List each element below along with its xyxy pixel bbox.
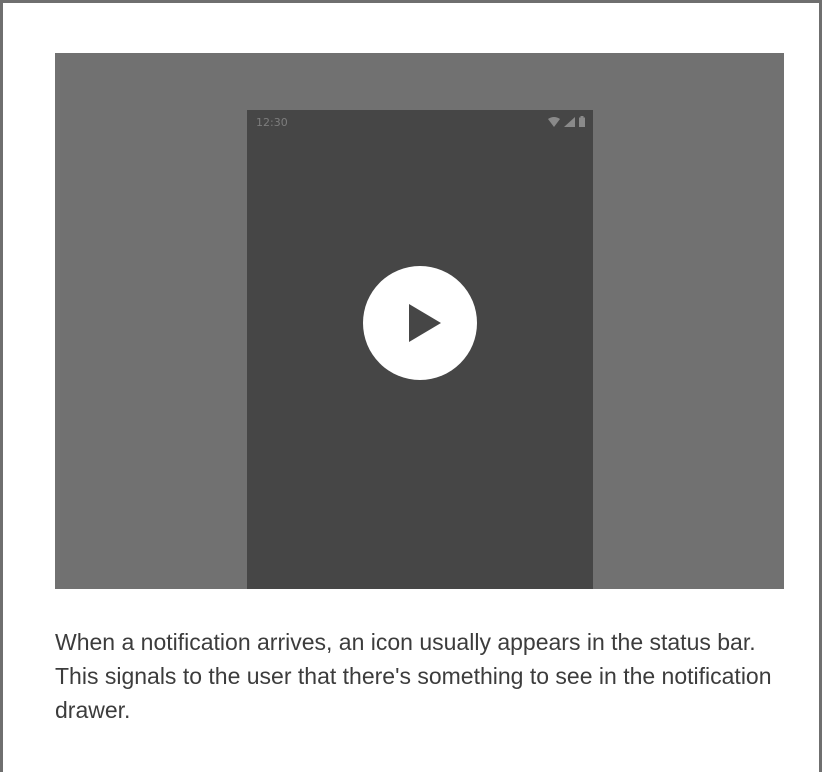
status-bar-icons — [548, 116, 585, 127]
battery-icon — [579, 116, 585, 127]
status-bar: 12:30 — [247, 110, 593, 134]
caption-text: When a notification arrives, an icon usu… — [55, 629, 772, 723]
figure-frame: 12:30 When a notification arrives, an ic… — [0, 0, 822, 772]
play-icon — [409, 304, 441, 342]
status-bar-time: 12:30 — [256, 116, 288, 129]
video-player[interactable]: 12:30 — [55, 53, 784, 589]
wifi-icon — [548, 116, 560, 127]
signal-icon — [564, 116, 575, 127]
play-button[interactable] — [363, 266, 477, 380]
phone-screen-preview: 12:30 — [247, 110, 593, 589]
